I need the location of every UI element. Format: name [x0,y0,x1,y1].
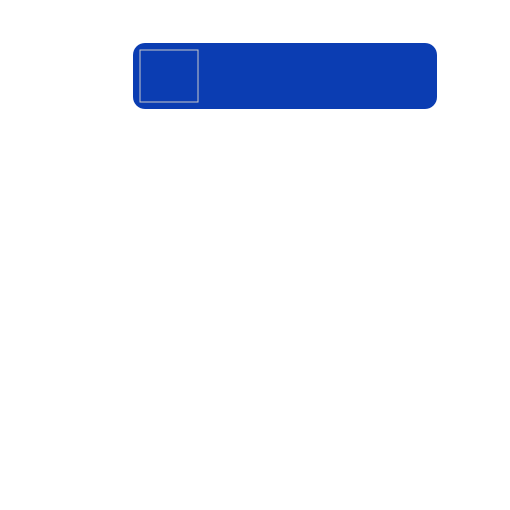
diagram-canvas [0,0,510,510]
top-array-container [133,43,437,109]
